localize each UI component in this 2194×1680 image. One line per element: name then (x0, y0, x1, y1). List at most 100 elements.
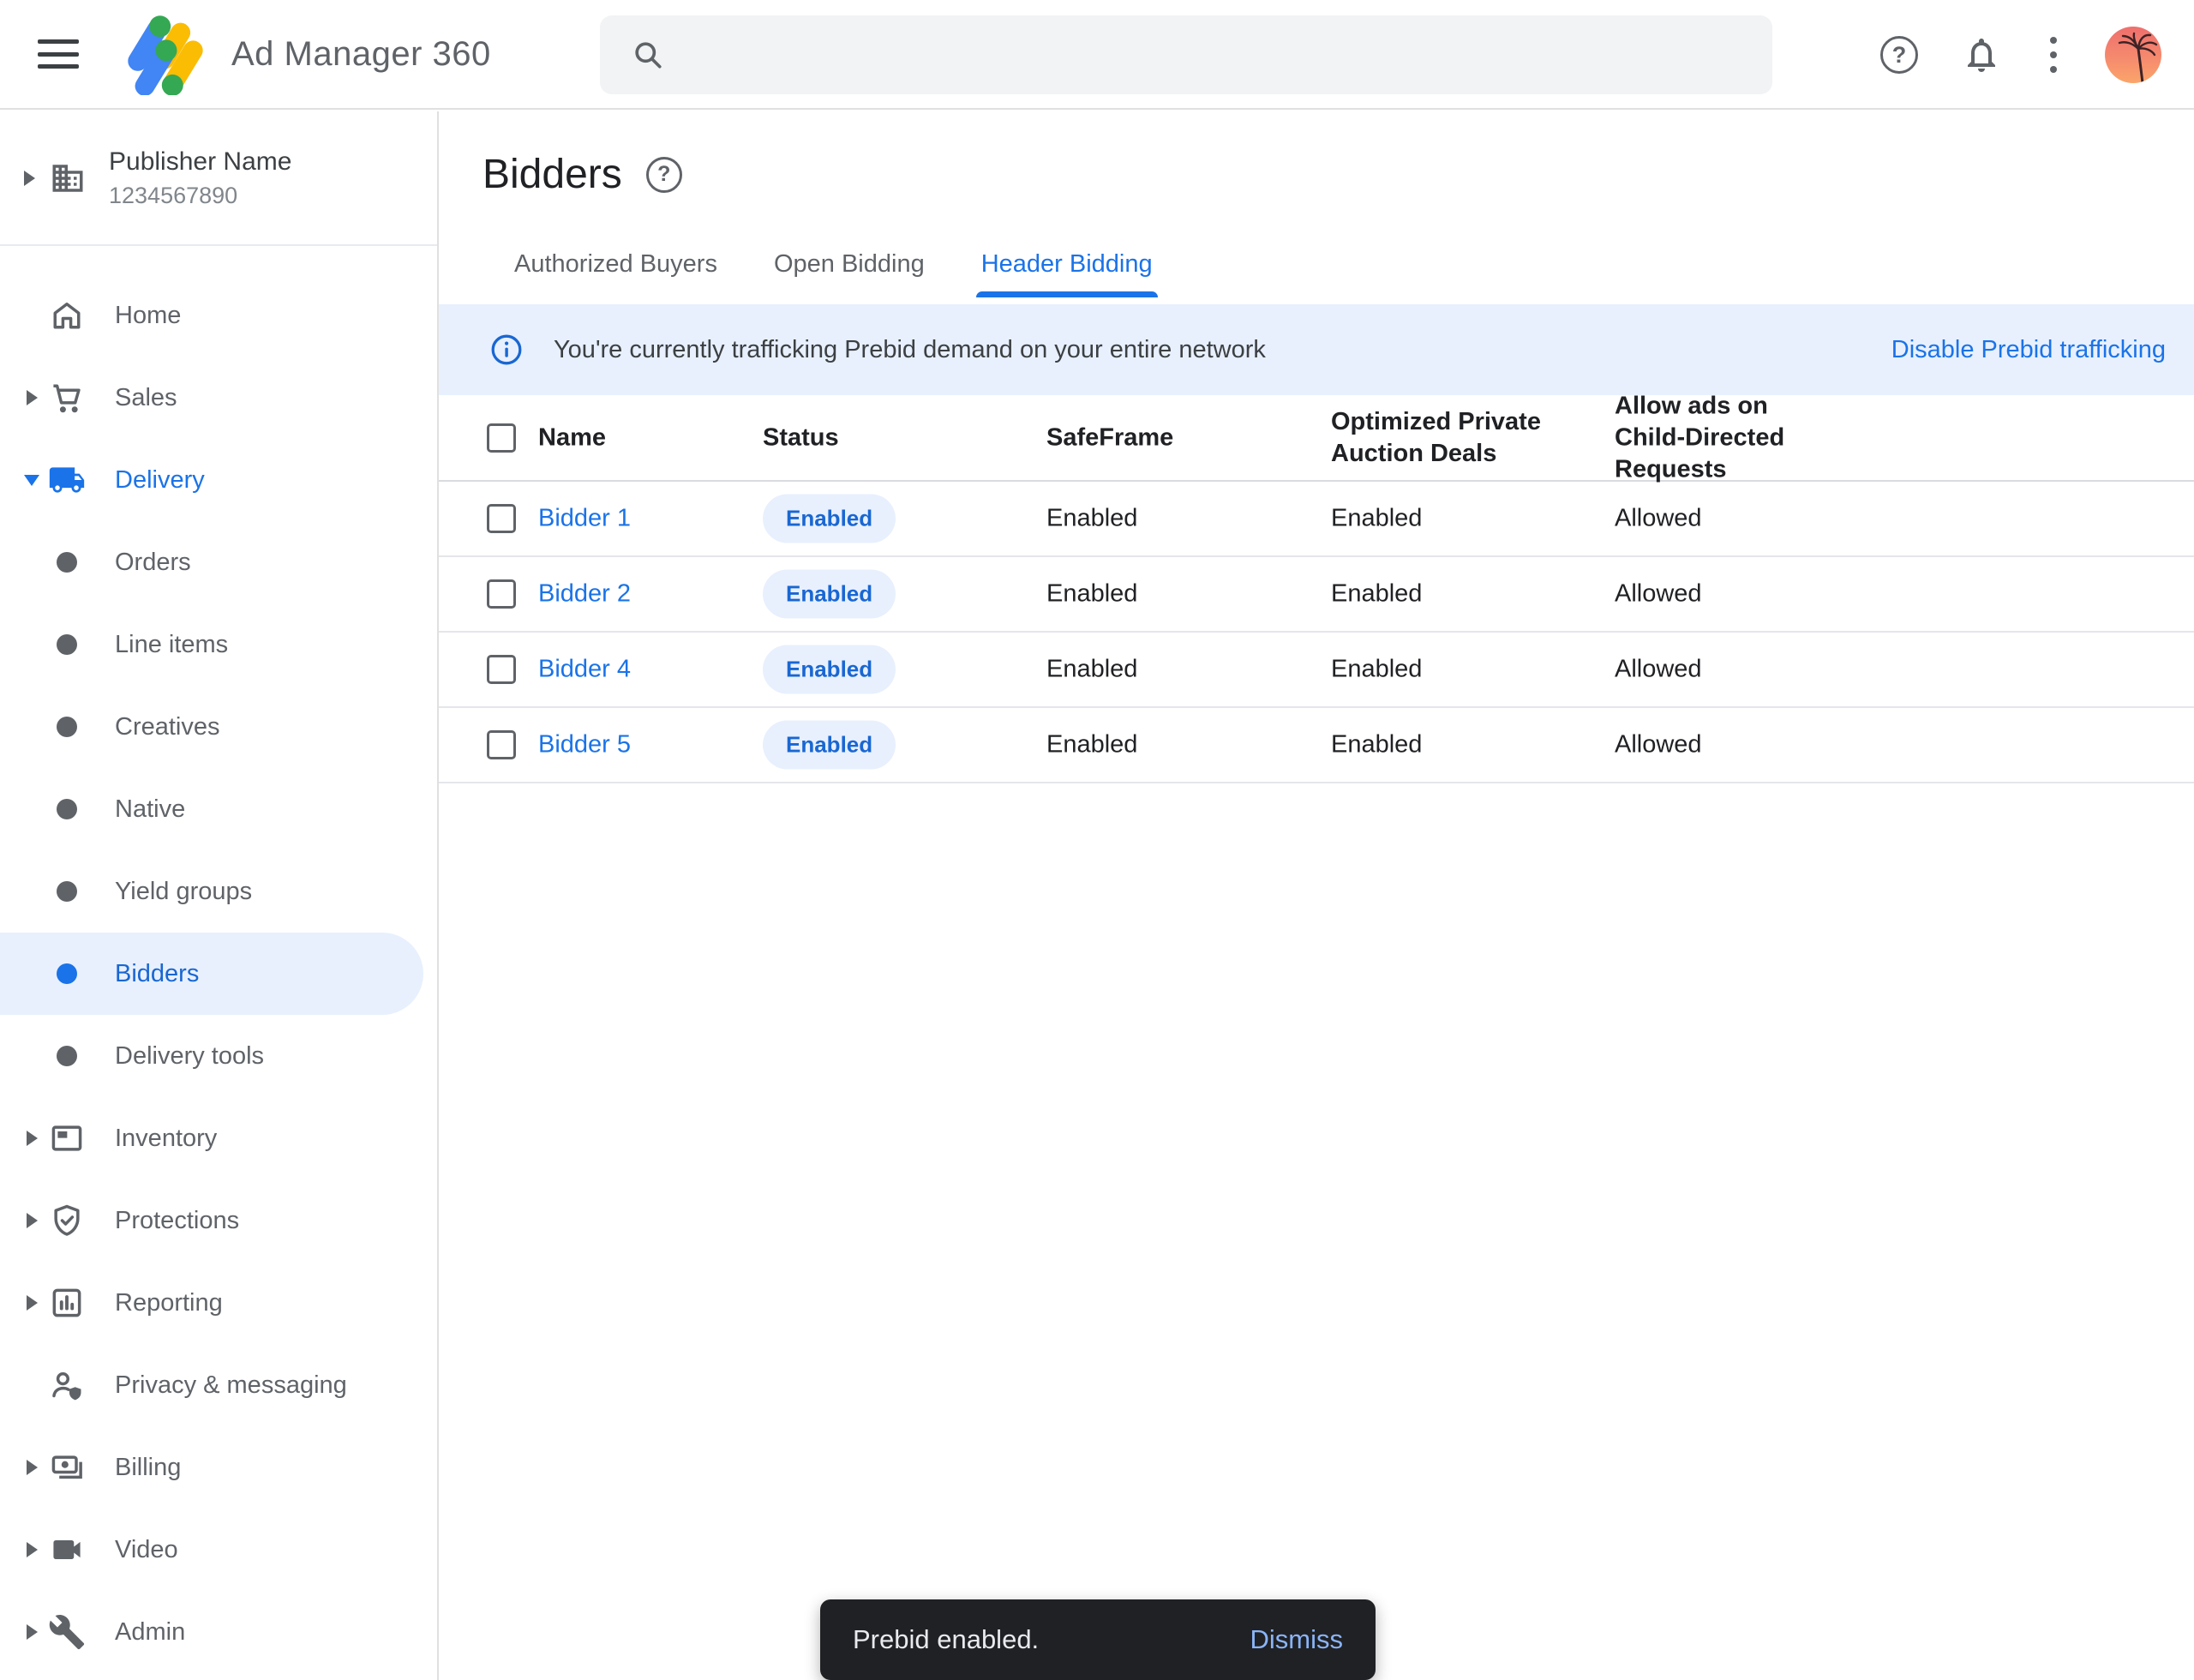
page-help-icon[interactable]: ? (646, 157, 682, 193)
table-row: Bidder 5 Enabled Enabled Enabled Allowed (439, 708, 2194, 783)
column-header-safeframe[interactable]: SafeFrame (1046, 422, 1173, 453)
bar-chart-icon (48, 1284, 86, 1322)
status-badge: Enabled (763, 570, 896, 619)
ad-manager-app: Ad Manager 360 ? (0, 0, 2194, 1680)
toast-message: Prebid enabled. (853, 1624, 1039, 1655)
sidebar-item-orders[interactable]: Orders (0, 521, 437, 603)
chevron-right-icon (27, 1624, 38, 1640)
sidebar-item-label: Line items (115, 631, 228, 659)
sidebar-item-label: Home (115, 302, 181, 330)
search-input[interactable] (600, 15, 1772, 94)
opad-value: Enabled (1331, 656, 1547, 684)
sidebar-item-delivery-tools[interactable]: Delivery tools (0, 1015, 437, 1097)
disable-prebid-trafficking-link[interactable]: Disable Prebid trafficking (1891, 336, 2166, 364)
tab-open-bidding[interactable]: Open Bidding (774, 250, 925, 297)
column-header-child-directed[interactable]: Allow ads on Child-Directed Requests (1615, 390, 1843, 485)
row-checkbox[interactable] (487, 579, 516, 609)
main-content: Bidders ? Authorized Buyers Open Bidding… (439, 110, 2194, 1680)
chevron-right-icon (27, 1295, 38, 1311)
publisher-switcher[interactable]: Publisher Name 1234567890 (0, 111, 437, 246)
sidebar-item-label: Orders (115, 549, 191, 577)
bidder-link[interactable]: Bidder 2 (538, 580, 631, 609)
sidebar-item-home[interactable]: Home (0, 274, 437, 357)
sidebar-item-billing[interactable]: Billing (0, 1426, 437, 1509)
sidebar-item-label: Bidders (115, 960, 199, 988)
child-directed-value: Allowed (1615, 505, 1843, 533)
more-options-icon[interactable] (2045, 32, 2062, 78)
help-icon[interactable]: ? (1880, 36, 1918, 74)
wrench-icon (48, 1613, 86, 1651)
sidebar-item-bidders[interactable]: Bidders (0, 933, 423, 1015)
sidebar-item-privacy-messaging[interactable]: Privacy & messaging (0, 1344, 437, 1426)
sidebar-item-line-items[interactable]: Line items (0, 603, 437, 686)
home-icon (48, 297, 86, 334)
sidebar-item-video[interactable]: Video (0, 1509, 437, 1591)
sidebar-item-label: Yield groups (115, 878, 252, 906)
bullet-icon (48, 717, 86, 737)
table-row: Bidder 1 Enabled Enabled Enabled Allowed (439, 482, 2194, 557)
row-checkbox[interactable] (487, 730, 516, 759)
column-header-opad[interactable]: Optimized Private Auction Deals (1331, 406, 1547, 470)
tab-header-bidding[interactable]: Header Bidding (981, 250, 1153, 297)
sidebar-item-label: Reporting (115, 1289, 223, 1317)
safeframe-value: Enabled (1046, 580, 1137, 609)
chevron-right-icon (27, 1131, 38, 1146)
hamburger-menu-icon[interactable] (38, 39, 79, 69)
safeframe-value: Enabled (1046, 731, 1137, 759)
dismiss-button[interactable]: Dismiss (1250, 1624, 1344, 1655)
ad-manager-logo-icon (122, 13, 213, 95)
person-shield-icon (48, 1366, 86, 1404)
sidebar-item-creatives[interactable]: Creatives (0, 686, 437, 768)
sidebar-item-label: Delivery (115, 466, 205, 495)
tab-bar: Authorized Buyers Open Bidding Header Bi… (514, 250, 1153, 297)
sidebar-item-native[interactable]: Native (0, 768, 437, 850)
videocam-icon (48, 1531, 86, 1569)
sidebar-item-inventory[interactable]: Inventory (0, 1097, 437, 1179)
sidebar-nav: Home Sales Delivery Orders (0, 246, 437, 1673)
palm-tree-icon (2105, 27, 2161, 83)
child-directed-value: Allowed (1615, 580, 1843, 609)
table-row: Bidder 2 Enabled Enabled Enabled Allowed (439, 557, 2194, 633)
top-app-bar: Ad Manager 360 ? (0, 0, 2194, 110)
status-badge: Enabled (763, 721, 896, 770)
account-avatar[interactable] (2105, 27, 2161, 83)
window-icon (48, 1119, 86, 1157)
sidebar-item-admin[interactable]: Admin (0, 1591, 437, 1673)
select-all-checkbox[interactable] (487, 423, 516, 453)
cart-icon (48, 379, 86, 417)
sidebar-item-sales[interactable]: Sales (0, 357, 437, 439)
bidder-link[interactable]: Bidder 5 (538, 731, 631, 759)
column-header-name[interactable]: Name (538, 422, 606, 453)
row-checkbox[interactable] (487, 504, 516, 533)
bullet-icon (48, 1046, 86, 1066)
search-icon (629, 36, 667, 74)
status-badge: Enabled (763, 495, 896, 543)
sidebar-item-reporting[interactable]: Reporting (0, 1262, 437, 1344)
bullet-icon (48, 881, 86, 902)
sidebar-item-label: Admin (115, 1618, 185, 1647)
info-icon (487, 330, 526, 369)
snackbar-toast: Prebid enabled. Dismiss (820, 1599, 1376, 1680)
sidebar-item-yield-groups[interactable]: Yield groups (0, 850, 437, 933)
publisher-name: Publisher Name (109, 147, 291, 177)
sidebar-item-label: Native (115, 795, 185, 824)
page-title: Bidders (483, 151, 622, 198)
column-header-status[interactable]: Status (763, 422, 839, 453)
table-row: Bidder 4 Enabled Enabled Enabled Allowed (439, 633, 2194, 708)
banknote-icon (48, 1449, 86, 1486)
sidebar: Publisher Name 1234567890 Home Sales (0, 111, 439, 1680)
sidebar-item-delivery[interactable]: Delivery (0, 439, 437, 521)
bullet-icon (48, 634, 86, 655)
tab-authorized-buyers[interactable]: Authorized Buyers (514, 250, 717, 297)
sidebar-item-protections[interactable]: Protections (0, 1179, 437, 1262)
notifications-bell-icon[interactable] (1961, 34, 2002, 75)
bidder-link[interactable]: Bidder 4 (538, 656, 631, 684)
app-title: Ad Manager 360 (231, 35, 491, 74)
chevron-down-icon (24, 475, 39, 486)
shield-check-icon (48, 1202, 86, 1239)
sidebar-item-label: Privacy & messaging (115, 1371, 347, 1400)
row-checkbox[interactable] (487, 655, 516, 684)
chevron-right-icon (27, 1213, 38, 1228)
bidder-link[interactable]: Bidder 1 (538, 505, 631, 533)
chevron-right-icon (27, 1542, 38, 1557)
